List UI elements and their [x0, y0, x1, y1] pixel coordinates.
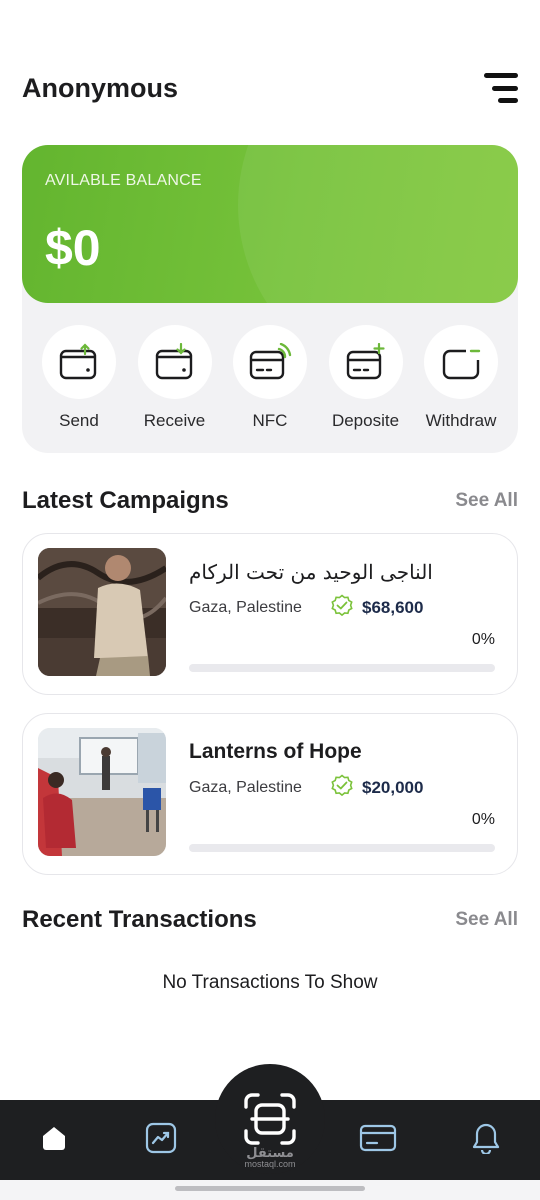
campaign-image	[38, 728, 166, 856]
deposit-button[interactable]: Deposite	[328, 325, 404, 431]
withdraw-label: Withdraw	[425, 411, 497, 430]
quick-actions: Send Receive NFC Deposite Withdraw	[22, 325, 518, 431]
send-button[interactable]: Send	[41, 325, 117, 431]
campaign-amount: $68,600	[362, 598, 424, 617]
campaign-percent: 0%	[471, 631, 495, 648]
bell-icon[interactable]	[466, 1118, 506, 1158]
card-deposit-icon	[328, 325, 403, 399]
user-name: Anonymous	[22, 72, 179, 103]
receive-button[interactable]: Receive	[137, 325, 213, 431]
campaigns-see-all-link[interactable]: See All	[455, 490, 518, 512]
wallet-send-icon	[42, 325, 116, 399]
balance-card: AVILABLE BALANCE $0	[22, 145, 518, 303]
balance-panel: AVILABLE BALANCE $0 Send Receive NFC Dep…	[22, 145, 518, 453]
campaign-title: Lanterns of Hope	[189, 740, 362, 763]
campaign-amount: $20,000	[362, 778, 424, 797]
transactions-title: Recent Transactions	[22, 906, 257, 933]
verified-check-icon	[330, 774, 354, 803]
balance-value: $0	[45, 220, 101, 276]
chart-icon[interactable]	[141, 1118, 181, 1158]
campaign-location: Gaza, Palestine	[189, 779, 302, 796]
verified-check-icon	[330, 594, 354, 623]
campaign-title: الناجى الوحيد من تحت الركام	[189, 560, 433, 584]
withdraw-button[interactable]: Withdraw	[423, 325, 499, 431]
receive-label: Receive	[143, 411, 206, 430]
watermark-arabic: مستقل	[246, 1145, 294, 1160]
nfc-button[interactable]: NFC	[232, 325, 308, 431]
nfc-label: NFC	[252, 411, 288, 430]
wallet-receive-icon	[137, 325, 212, 399]
campaign-percent: 0%	[471, 811, 495, 828]
campaign-location: Gaza, Palestine	[189, 599, 302, 616]
deposit-label: Deposite	[331, 411, 400, 430]
campaigns-title: Latest Campaigns	[22, 487, 229, 514]
send-label: Send	[59, 411, 99, 430]
home-icon[interactable]	[34, 1118, 74, 1158]
nfc-card-icon	[233, 325, 307, 399]
card-icon[interactable]	[358, 1118, 398, 1158]
transactions-header: Recent Transactions See All	[22, 906, 518, 934]
empty-transactions-message: No Transactions To Show	[162, 972, 378, 993]
home-indicator	[175, 1186, 365, 1191]
campaign-card[interactable]: Lanterns of Hope Gaza, Palestine $20,000…	[22, 713, 518, 875]
campaigns-header: Latest Campaigns See All	[22, 487, 518, 515]
watermark: مستقل mostaql.com	[234, 1146, 306, 1169]
campaign-card[interactable]: الناجى الوحيد من تحت الركام Gaza, Palest…	[22, 533, 518, 695]
campaign-progress-bar	[189, 664, 495, 672]
wallet-withdraw-icon	[424, 325, 498, 399]
hamburger-menu-icon[interactable]	[482, 70, 518, 106]
campaign-progress-bar	[189, 844, 495, 852]
header: Anonymous	[22, 66, 518, 110]
balance-label: AVILABLE BALANCE	[45, 172, 202, 189]
transactions-see-all-link[interactable]: See All	[455, 909, 518, 931]
scan-icon	[244, 1093, 296, 1145]
watermark-latin: mostaql.com	[244, 1159, 296, 1169]
campaign-image	[38, 548, 166, 676]
